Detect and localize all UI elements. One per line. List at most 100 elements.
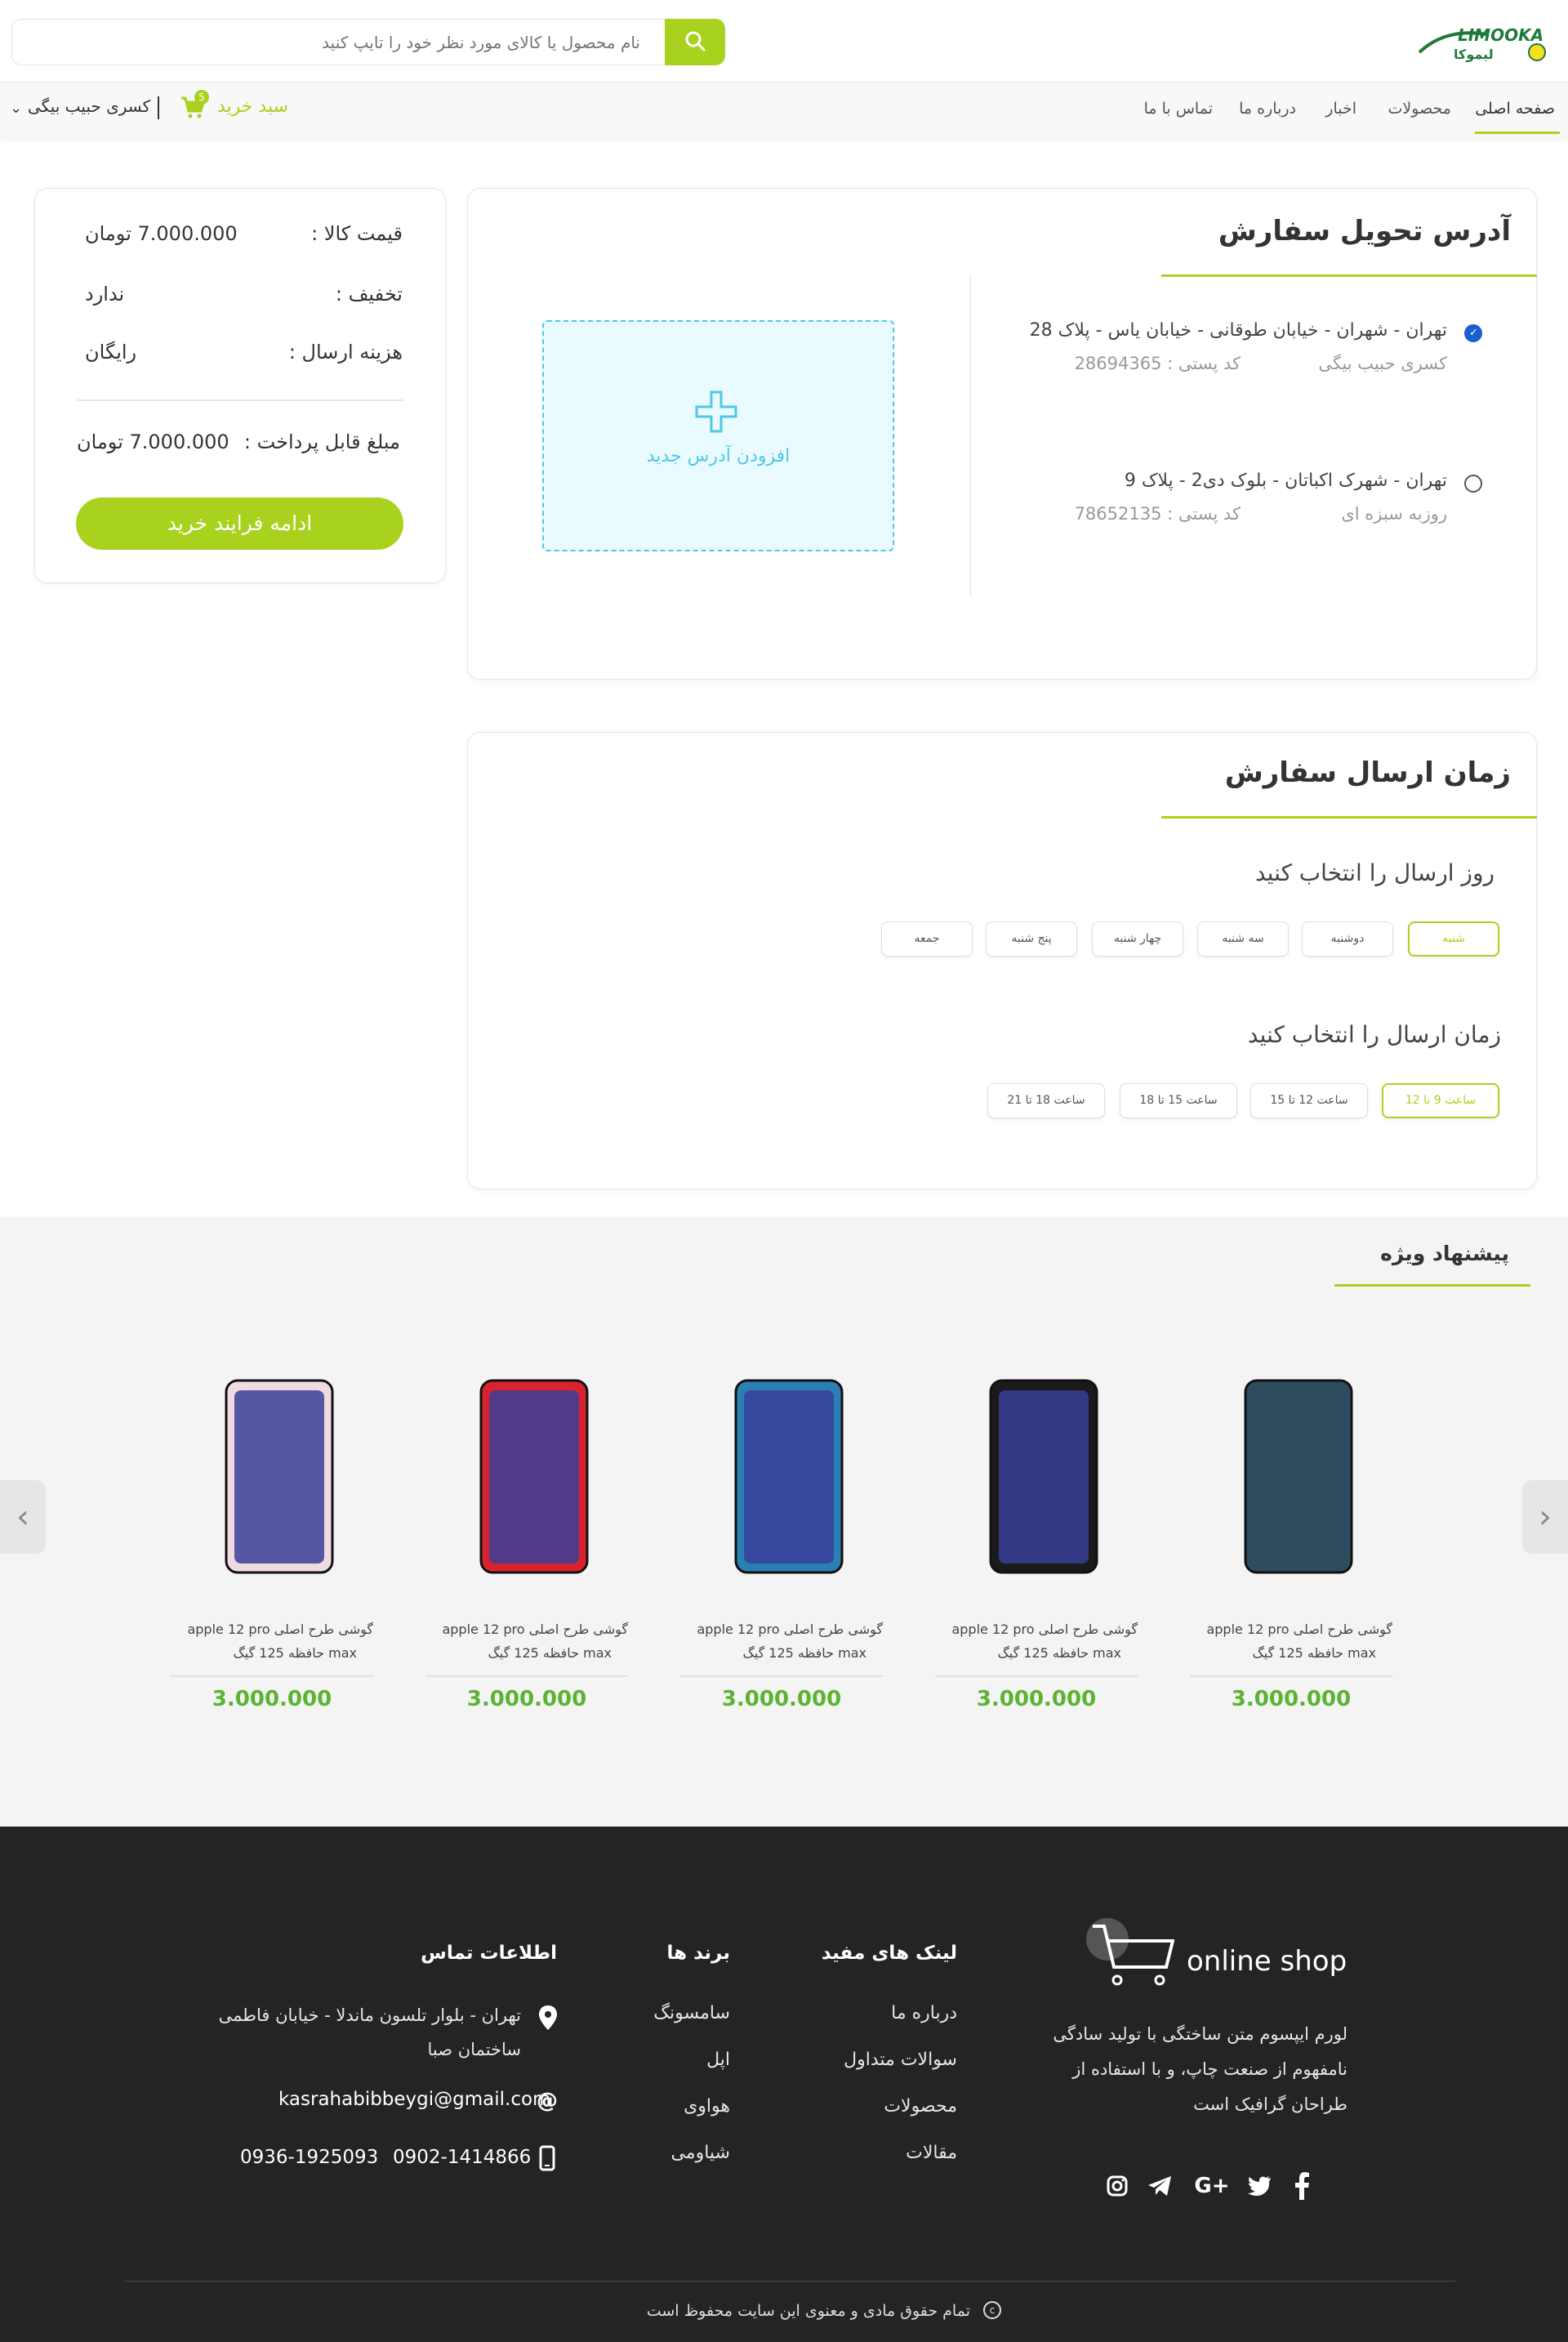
telegram-icon[interactable] [1143, 2170, 1176, 2202]
contact-address-line-1: تهران - بلوار تلسون ماندلا - خیابان فاطم… [218, 2005, 521, 2025]
svg-text:لیموکا: لیموکا [1454, 47, 1494, 62]
search-input[interactable] [24, 19, 657, 65]
price-value: 7.000.000 تومان [85, 222, 238, 245]
contact-address-line-2: ساختمان صبا [427, 2040, 521, 2059]
offers-title: پیشنهاد ویژه [1380, 1242, 1509, 1265]
checkout-button[interactable]: ادامه فرایند خرید [76, 497, 403, 550]
product-image[interactable] [202, 1372, 341, 1580]
contact-email[interactable]: kasrahabibbeygi@gmail.com [278, 2089, 550, 2110]
address-1-postal: کد پستی : 28694365 [1074, 354, 1241, 373]
contact-title: اطلاعات تماس [421, 1943, 557, 1964]
product-name-line-1: گوشی طرح اصلی apple 12 pro [697, 1622, 883, 1637]
time-chip-15-18[interactable]: ساعت 15 تا 18 [1120, 1083, 1237, 1118]
carousel-next-button[interactable]: › [1522, 1480, 1568, 1554]
shipping-value: رایگان [85, 341, 137, 364]
product-divider [935, 1675, 1138, 1677]
chevron-right-icon: › [1539, 1498, 1552, 1536]
product-divider [1190, 1675, 1392, 1677]
day-chip-thursday[interactable]: پنج شنبه [986, 921, 1077, 957]
day-chip-saturday[interactable]: شنبه [1408, 921, 1499, 957]
day-chip-friday[interactable]: جمعه [881, 921, 973, 957]
footer-brand-apple[interactable]: اپل [706, 2050, 730, 2070]
discount-value: ندارد [85, 283, 125, 306]
twitter-icon[interactable] [1243, 2170, 1276, 2202]
search-button[interactable] [665, 19, 725, 65]
time-prompt: زمان ارسال را انتخاب کنید [1247, 1021, 1501, 1048]
product-name-line-2: max حافظه 125 گیگ [1252, 1645, 1376, 1661]
google-plus-icon[interactable]: G+ [1192, 2170, 1232, 2202]
site-footer [0, 1827, 1568, 2342]
address-radio-1[interactable] [1464, 324, 1482, 342]
useful-links-title: لینک های مفید [821, 1943, 957, 1964]
product-card[interactable]: گوشی طرح اصلی apple 12 pro max حافظه 125 … [425, 1364, 628, 1732]
nav-home[interactable]: صفحه اصلی [1475, 100, 1555, 118]
brands-title: برند ها [666, 1943, 730, 1964]
footer-brand-samsung[interactable]: سامسونگ [653, 2003, 730, 2023]
day-chip-tuesday[interactable]: سه شنبه [1197, 921, 1289, 957]
svg-text:LIMOOKA: LIMOOKA [1458, 25, 1544, 45]
chevron-left-icon: ‹ [16, 1498, 29, 1536]
product-price: 3.000.000 [1231, 1687, 1352, 1711]
product-card[interactable]: گوشی طرح اصلی apple 12 pro max حافظه 125 … [1190, 1364, 1392, 1732]
product-divider [425, 1675, 628, 1677]
time-chip-12-15[interactable]: ساعت 12 تا 15 [1250, 1083, 1368, 1118]
product-name-line-1: گوشی طرح اصلی apple 12 pro [951, 1622, 1138, 1637]
shipping-label: هزینه ارسال : [288, 341, 403, 364]
header-separator [158, 96, 159, 119]
delivery-time-card [467, 732, 1537, 1189]
carousel-prev-button[interactable]: ‹ [0, 1480, 46, 1554]
footer-about-line-2: نامفهوم از صنعت چاپ، و با استفاده از [1072, 2059, 1348, 2079]
title-underline [1161, 816, 1537, 819]
nav-about[interactable]: درباره ما [1239, 100, 1296, 118]
site-logo[interactable]: LIMOOKA لیموکا [1413, 11, 1552, 69]
price-label: قیمت کالا : [311, 222, 403, 245]
product-name-line-1: گوشی طرح اصلی apple 12 pro [442, 1622, 628, 1637]
address-1-line: تهران - شهران - خیابان طوقانی - خیابان ی… [1029, 320, 1447, 341]
footer-link-products[interactable]: محصولات [884, 2096, 957, 2117]
nav-contact[interactable]: تماس با ما [1144, 100, 1213, 118]
product-image[interactable] [711, 1372, 850, 1580]
product-price: 3.000.000 [721, 1687, 842, 1711]
footer-link-faq[interactable]: سوالات متداول [844, 2050, 957, 2070]
product-image[interactable] [457, 1372, 595, 1580]
footer-about-line-3: طراحان گرافیک است [1193, 2094, 1348, 2114]
add-address-button[interactable] [542, 320, 894, 551]
contact-phone-1[interactable]: 0902-1414866 [393, 2147, 531, 2168]
time-chip-18-21[interactable]: ساعت 18 تا 21 [987, 1083, 1105, 1118]
address-2-line: تهران - شهرک اکباتان - بلوک دی2 - پلاک 9 [1124, 471, 1447, 491]
footer-brand-huawei[interactable]: هواوی [684, 2096, 730, 2117]
title-underline [1334, 1284, 1530, 1287]
location-icon [537, 2005, 559, 2031]
contact-phone-2[interactable]: 0936-1925093 [240, 2147, 378, 2168]
footer-brand-xiaomi[interactable]: شیاومی [670, 2143, 730, 2163]
user-menu[interactable]: کسری حبیب بیگی [28, 96, 150, 116]
day-prompt: روز ارسال را انتخاب کنید [1254, 859, 1494, 886]
product-card[interactable]: گوشی طرح اصلی apple 12 pro max حافظه 125 … [171, 1364, 373, 1732]
footer-link-articles[interactable]: مقالات [906, 2143, 957, 2163]
product-price: 3.000.000 [212, 1687, 332, 1711]
payable-label: مبلغ قابل پرداخت : [243, 430, 400, 453]
product-divider [171, 1675, 373, 1677]
facebook-icon[interactable] [1285, 2170, 1318, 2202]
day-chip-monday[interactable]: دوشنبه [1302, 921, 1393, 957]
address-radio-2[interactable] [1464, 475, 1482, 493]
title-underline [1161, 274, 1537, 277]
address-2-postal: کد پستی : 78652135 [1074, 504, 1241, 524]
instagram-icon[interactable] [1101, 2170, 1134, 2202]
footer-link-about[interactable]: درباره ما [891, 2003, 957, 2023]
chevron-down-icon[interactable]: ⌄ [10, 100, 22, 117]
cart-count-badge: 5 [194, 90, 209, 105]
product-card[interactable]: گوشی طرح اصلی apple 12 pro max حافظه 125 … [680, 1364, 883, 1732]
cart-label[interactable]: سبد خرید [217, 96, 288, 117]
time-chip-9-12[interactable]: ساعت 9 تا 12 [1382, 1083, 1499, 1118]
nav-news[interactable]: اخبار [1325, 100, 1356, 118]
product-card[interactable]: گوشی طرح اصلی apple 12 pro max حافظه 125 … [935, 1364, 1138, 1732]
product-image[interactable] [1221, 1372, 1360, 1580]
nav-products[interactable]: محصولات [1388, 100, 1451, 118]
day-chip-wednesday[interactable]: چهار شنبه [1092, 921, 1183, 957]
plus-icon [693, 389, 739, 435]
product-image[interactable] [966, 1372, 1105, 1580]
product-name-line-2: max حافظه 125 گیگ [233, 1645, 357, 1661]
product-name-line-2: max حافظه 125 گیگ [997, 1645, 1121, 1661]
address-title: آدرس تحویل سفارش [1218, 215, 1511, 248]
